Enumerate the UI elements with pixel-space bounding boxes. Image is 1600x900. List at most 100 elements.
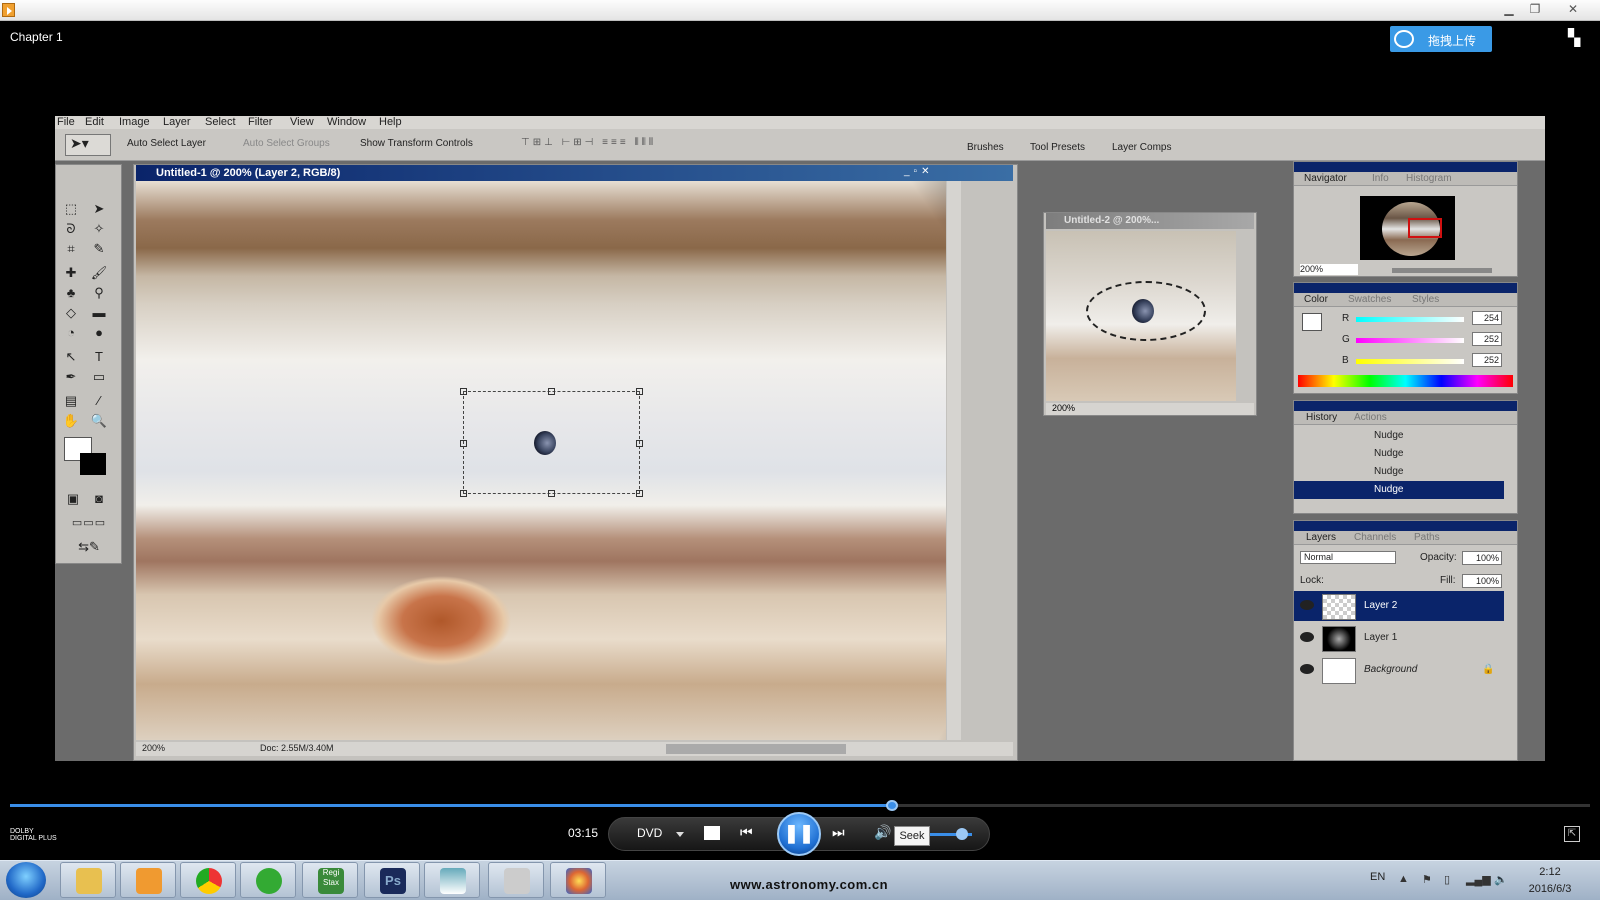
tab-info[interactable]: Info xyxy=(1372,173,1389,184)
tab-styles[interactable]: Styles xyxy=(1412,294,1439,305)
start-orb-icon[interactable] xyxy=(6,862,46,898)
transform-handle[interactable] xyxy=(548,490,555,497)
network-icon[interactable]: ▂▄▆ xyxy=(1466,873,1491,886)
tab-swatches[interactable]: Swatches xyxy=(1348,294,1391,305)
transform-handle[interactable] xyxy=(636,440,643,447)
layer-row[interactable]: Layer 1 xyxy=(1294,623,1504,653)
paint-icon xyxy=(566,868,592,894)
transform-handle[interactable] xyxy=(636,388,643,395)
stop-button[interactable] xyxy=(704,826,720,840)
blend-mode-select[interactable]: Normal xyxy=(1300,551,1396,564)
taskbar-photoshop[interactable]: Ps xyxy=(364,862,420,898)
background-color-swatch xyxy=(80,453,106,475)
action-center-icon[interactable]: ⚑ xyxy=(1422,873,1434,886)
doc1-horizontal-scrollbar[interactable] xyxy=(666,744,846,754)
history-item[interactable]: Nudge xyxy=(1294,445,1504,463)
chevron-down-icon[interactable] xyxy=(676,832,684,837)
g-value[interactable]: 252 xyxy=(1472,332,1502,346)
screen-mode-icon: ▭▭▭ xyxy=(71,517,107,529)
volume-tray-icon[interactable]: 🔈 xyxy=(1494,873,1508,886)
tab-channels[interactable]: Channels xyxy=(1354,532,1396,543)
close-button[interactable]: ✕ xyxy=(1560,0,1586,20)
seek-bar[interactable] xyxy=(10,800,1590,811)
doc1-vertical-scrollbar[interactable] xyxy=(947,181,961,740)
cloud-upload-icon xyxy=(1394,30,1414,48)
transform-handle[interactable] xyxy=(460,490,467,497)
restore-button[interactable]: ❐ xyxy=(1522,0,1548,20)
language-indicator[interactable]: EN xyxy=(1370,871,1385,883)
seek-thumb[interactable] xyxy=(885,800,898,811)
taskbar-chrome[interactable] xyxy=(180,862,236,898)
transform-handle[interactable] xyxy=(548,388,555,395)
tray-expand-icon[interactable]: ▲ xyxy=(1398,873,1410,885)
clock-date[interactable]: 2016/6/3 xyxy=(1520,883,1580,895)
eye-icon[interactable] xyxy=(1300,664,1314,674)
r-value[interactable]: 254 xyxy=(1472,311,1502,325)
source-select[interactable]: DVD xyxy=(637,826,662,840)
quickmask-mode-icon: ◙ xyxy=(95,491,103,506)
doc1-window-controls[interactable]: _▫✕ xyxy=(904,166,934,177)
navigator-thumbnail[interactable] xyxy=(1360,196,1455,260)
taskbar-explorer[interactable] xyxy=(60,862,116,898)
pause-button[interactable]: ❚❚ xyxy=(777,812,821,856)
navigator-zoom[interactable]: 200% xyxy=(1300,264,1358,275)
taskbar-registax[interactable]: Regi Stax xyxy=(302,862,358,898)
gradient-tool-icon: ▬ xyxy=(92,305,106,320)
tab-navigator[interactable]: Navigator xyxy=(1304,173,1347,184)
taskbar-utorrent[interactable] xyxy=(240,862,296,898)
minimize-button[interactable]: ▁ xyxy=(1496,0,1522,20)
taskbar-scanner[interactable] xyxy=(488,862,544,898)
transform-bounding-box[interactable] xyxy=(460,388,643,497)
history-item[interactable]: Nudge xyxy=(1294,463,1504,481)
layer-row-selected[interactable]: Layer 2 xyxy=(1294,591,1504,621)
previous-button[interactable]: ⏮ xyxy=(740,824,753,841)
b-value[interactable]: 252 xyxy=(1472,353,1502,367)
speaker-icon[interactable]: 🔊 xyxy=(874,824,891,841)
jupiter-image[interactable] xyxy=(136,181,946,740)
b-slider[interactable] xyxy=(1356,359,1464,364)
battery-icon[interactable]: ▯ xyxy=(1444,873,1456,886)
navigator-zoom-slider[interactable] xyxy=(1392,268,1492,273)
tab-history[interactable]: History xyxy=(1306,412,1337,423)
taskbar-player[interactable] xyxy=(120,862,176,898)
lasso-tool-icon: ᘐ xyxy=(66,221,76,236)
layer-row[interactable]: Background 🔒 xyxy=(1294,655,1504,685)
history-item-selected[interactable]: Nudge xyxy=(1294,481,1504,499)
tab-layers[interactable]: Layers xyxy=(1306,532,1336,543)
window-titlebar[interactable]: ▁ ❐ ✕ xyxy=(0,0,1600,21)
transform-handle[interactable] xyxy=(460,388,467,395)
color-spectrum-bar[interactable] xyxy=(1298,375,1513,387)
video-frame[interactable]: File Edit Image Layer Select Filter View… xyxy=(55,116,1545,761)
document-window-1[interactable]: Untitled-1 @ 200% (Layer 2, RGB/8) _▫✕ 2… xyxy=(133,164,1018,761)
eye-icon[interactable] xyxy=(1300,632,1314,642)
grid-view-icon[interactable]: ▚ xyxy=(1568,28,1588,48)
drag-upload-button[interactable]: 拖拽上传 xyxy=(1390,26,1492,52)
eye-icon[interactable] xyxy=(1300,600,1314,610)
document-window-2[interactable]: Untitled-2 @ 200%... 200% xyxy=(1043,212,1257,416)
fill-value[interactable]: 100% xyxy=(1462,574,1502,588)
doc2-image[interactable] xyxy=(1046,231,1236,401)
g-slider[interactable] xyxy=(1356,338,1464,343)
opacity-value[interactable]: 100% xyxy=(1462,551,1502,565)
next-button[interactable]: ⏭ xyxy=(832,824,845,841)
volume-thumb[interactable] xyxy=(955,828,968,840)
dolby-logo: DOLBY DIGITAL PLUS xyxy=(10,828,57,842)
transform-handle[interactable] xyxy=(636,490,643,497)
tab-actions[interactable]: Actions xyxy=(1354,412,1387,423)
expand-icon[interactable]: ⇱ xyxy=(1564,826,1580,842)
history-item[interactable]: Nudge xyxy=(1294,427,1504,445)
scanner-icon xyxy=(504,868,530,894)
transform-handle[interactable] xyxy=(460,440,467,447)
color-fg-swatch[interactable] xyxy=(1302,313,1322,331)
tab-paths[interactable]: Paths xyxy=(1414,532,1440,543)
ps-menu-layer: Layer xyxy=(163,116,191,128)
panel-header xyxy=(1294,521,1517,531)
r-slider[interactable] xyxy=(1356,317,1464,322)
navigator-view-rect[interactable] xyxy=(1408,218,1442,238)
taskbar-paint[interactable] xyxy=(550,862,606,898)
layer-thumbnail xyxy=(1322,658,1356,684)
tab-color[interactable]: Color xyxy=(1304,294,1328,305)
taskbar-photos[interactable] xyxy=(424,862,480,898)
tab-histogram[interactable]: Histogram xyxy=(1406,173,1452,184)
clock-time[interactable]: 2:12 xyxy=(1520,866,1580,878)
